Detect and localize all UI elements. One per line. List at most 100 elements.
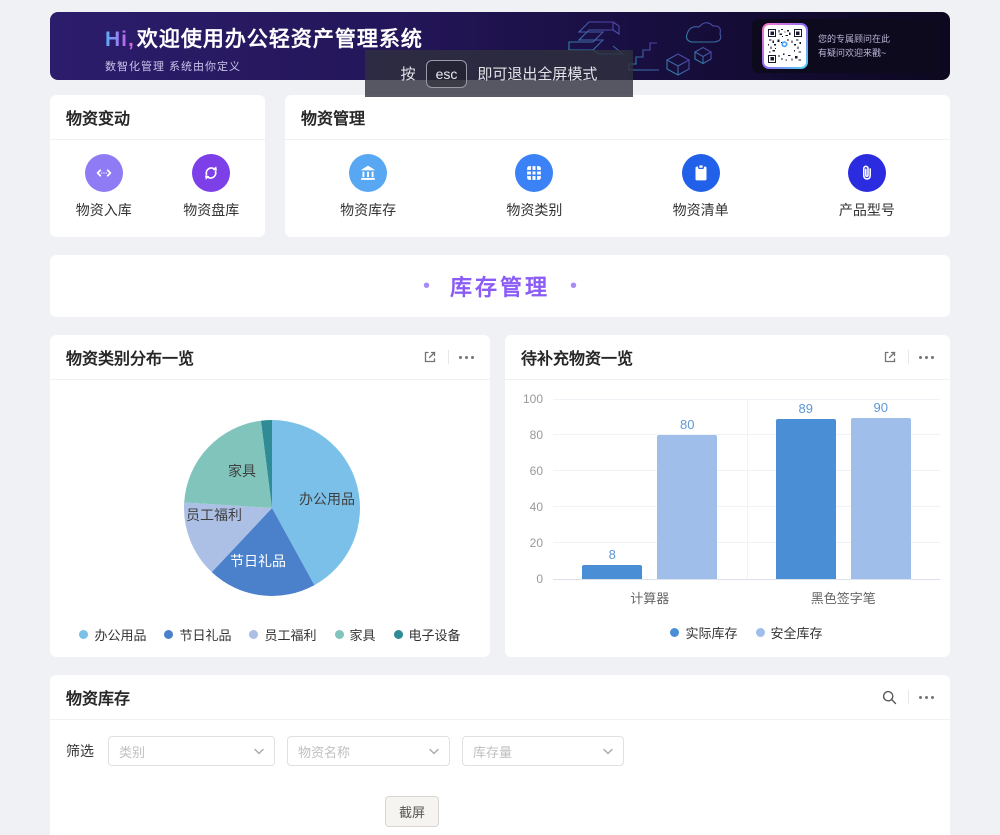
esc-key: esc [426, 60, 468, 88]
qr-code [762, 23, 808, 69]
bar-group-calculator: 8 80 [553, 400, 747, 579]
section-title: 库存管理 [450, 270, 550, 302]
bar-actual-stock[interactable] [582, 565, 642, 579]
bar-safety-stock[interactable] [657, 435, 717, 579]
legend-label: 安全库存 [771, 623, 823, 642]
restock-needed-card: 待补充物资一览 0 20 40 60 80 [505, 335, 950, 657]
legend-dot [79, 630, 88, 639]
legend-item[interactable]: 安全库存 [756, 623, 823, 642]
material-changes-card: 物资变动 物资入库 [50, 95, 265, 237]
legend-dot [670, 628, 679, 637]
shortcut-material-stock[interactable]: 物资库存 [340, 154, 396, 220]
more-menu-icon[interactable] [919, 696, 934, 699]
shortcut-material-list[interactable]: 物资清单 [673, 154, 729, 220]
arrows-in-out-icon [85, 154, 123, 192]
y-axis-tick: 0 [507, 572, 543, 586]
bar-value-label: 80 [680, 417, 694, 432]
legend-label: 电子设备 [409, 625, 461, 644]
material-stock-card: 物资库存 筛选 类别 物资名称 库存量 [50, 675, 950, 835]
bar-actual-stock[interactable] [776, 419, 836, 579]
bar-value-label: 8 [609, 547, 616, 562]
export-icon[interactable] [422, 349, 438, 365]
bar-group-black-pen: 89 90 [747, 400, 941, 579]
pie-inner-label: 员工福利 [186, 507, 242, 523]
grid-icon [515, 154, 553, 192]
toast-suffix: 即可退出全屏模式 [477, 63, 597, 84]
legend-item[interactable]: 办公用品 [79, 625, 146, 644]
bank-icon [349, 154, 387, 192]
search-icon[interactable] [881, 689, 898, 706]
banner-title-text: 欢迎使用办公轻资产管理系统 [137, 28, 423, 51]
y-axis-tick: 80 [507, 428, 543, 442]
legend-item[interactable]: 实际库存 [670, 623, 737, 642]
shortcut-label: 物资盘库 [183, 200, 239, 220]
more-menu-icon[interactable] [459, 356, 474, 359]
header-divider [908, 690, 909, 704]
legend-dot [756, 628, 765, 637]
bar-safety-stock[interactable] [851, 418, 911, 579]
legend-dot [164, 630, 173, 639]
bar-value-label: 89 [799, 401, 813, 416]
sync-icon [192, 154, 230, 192]
banner-title: Hi,欢迎使用办公轻资产管理系统 [105, 23, 423, 53]
inventory-section-banner: • 库存管理 • [50, 255, 950, 317]
select-placeholder: 库存量 [473, 742, 512, 761]
filter-label: 筛选 [66, 741, 94, 761]
fullscreen-exit-toast: 按 esc 即可退出全屏模式 [365, 50, 633, 97]
toast-prefix: 按 [401, 63, 416, 84]
material-name-select[interactable]: 物资名称 [287, 736, 450, 766]
shortcut-label: 物资库存 [340, 200, 396, 220]
pie-inner-label: 节日礼品 [230, 553, 286, 569]
pie-legend: 办公用品 节日礼品 员工福利 家具 电子设备 [50, 625, 490, 644]
material-management-card: 物资管理 物资库存 [285, 95, 950, 237]
legend-label: 家具 [350, 625, 376, 644]
material-changes-title: 物资变动 [66, 105, 249, 129]
select-placeholder: 类别 [119, 742, 145, 761]
legend-dot [394, 630, 403, 639]
header-divider [448, 350, 449, 364]
export-icon[interactable] [882, 349, 898, 365]
legend-item[interactable]: 电子设备 [394, 625, 461, 644]
legend-item[interactable]: 家具 [335, 625, 376, 644]
pie-card-title: 物资类别分布一览 [66, 345, 422, 369]
pie-inner-label: 家具 [228, 463, 256, 479]
legend-label: 办公用品 [94, 625, 146, 644]
pie-chart: 办公用品 节日礼品 员工福利 家具 [50, 380, 490, 620]
section-dot-right: • [570, 275, 577, 298]
shortcut-label: 物资类别 [506, 200, 562, 220]
legend-label: 节日礼品 [179, 625, 231, 644]
qr-caption-line1: 您的专属顾问在此 [818, 32, 890, 46]
x-axis-labels: 计算器 黑色签字笔 [553, 588, 940, 607]
shortcut-material-inbound[interactable]: 物资入库 [76, 154, 132, 220]
qr-panel: 您的专属顾问在此 有疑问欢迎来戳~ [752, 19, 942, 73]
more-menu-icon[interactable] [919, 356, 934, 359]
pie-inner-label: 办公用品 [299, 491, 355, 507]
y-axis-tick: 20 [507, 536, 543, 550]
legend-item[interactable]: 员工福利 [249, 625, 316, 644]
shortcut-material-stocktake[interactable]: 物资盘库 [183, 154, 239, 220]
chevron-down-icon [254, 748, 264, 755]
legend-item[interactable]: 节日礼品 [164, 625, 231, 644]
material-stock-title: 物资库存 [66, 685, 881, 709]
chevron-down-icon [603, 748, 613, 755]
legend-dot [249, 630, 258, 639]
y-axis-tick: 100 [507, 392, 543, 406]
material-management-title: 物资管理 [301, 105, 934, 129]
filter-row: 筛选 类别 物资名称 库存量 [50, 720, 950, 782]
shortcut-label: 物资清单 [673, 200, 729, 220]
bar-chart: 0 20 40 60 80 100 8 80 [505, 380, 950, 642]
x-axis-label: 计算器 [553, 588, 747, 607]
paperclip-icon [848, 154, 886, 192]
shortcut-product-model[interactable]: 产品型号 [839, 154, 895, 220]
screenshot-button[interactable]: 截屏 [385, 796, 439, 827]
clipboard-icon [682, 154, 720, 192]
bar-card-title: 待补充物资一览 [521, 345, 882, 369]
chevron-down-icon [429, 748, 439, 755]
stock-quantity-select[interactable]: 库存量 [462, 736, 624, 766]
qr-caption-line2: 有疑问欢迎来戳~ [818, 46, 890, 60]
shortcut-label: 产品型号 [839, 200, 895, 220]
y-axis-tick: 60 [507, 464, 543, 478]
bar-value-label: 90 [874, 400, 888, 415]
category-select[interactable]: 类别 [108, 736, 275, 766]
shortcut-material-category[interactable]: 物资类别 [506, 154, 562, 220]
